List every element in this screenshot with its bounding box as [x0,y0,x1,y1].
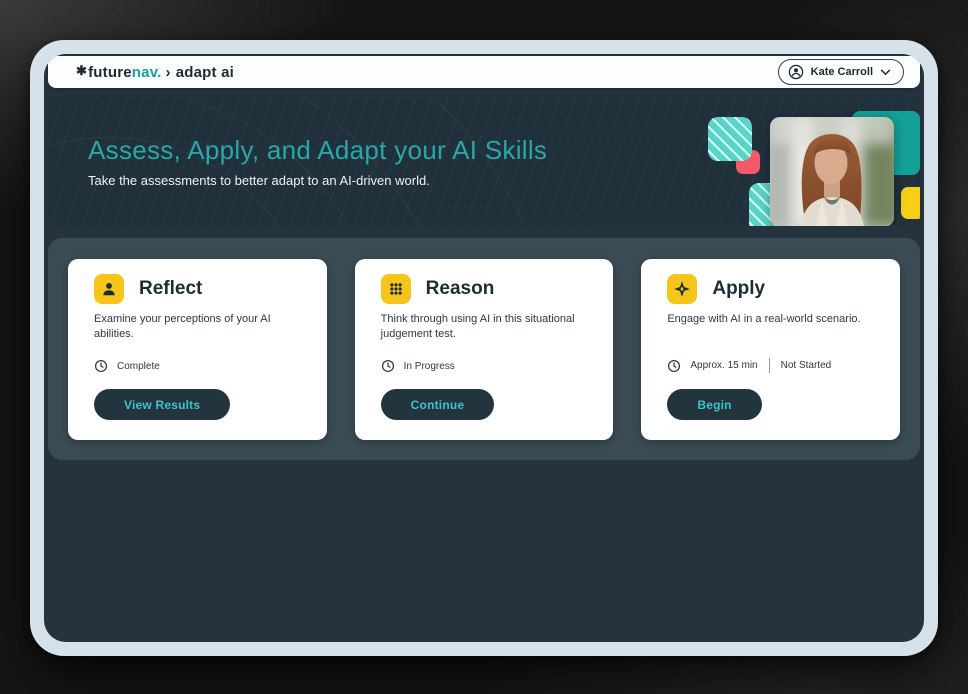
brand-name-accent: nav. [132,64,162,81]
card-title: Reason [426,278,495,300]
user-avatar-icon [788,64,804,80]
clock-icon [94,359,108,373]
begin-button[interactable]: Begin [667,389,761,420]
clock-icon [381,359,395,373]
duration-label: Approx. 15 min [690,360,757,371]
chevron-down-icon [880,69,891,76]
status-badge: Complete [117,361,160,372]
device-frame: ✱futurenav.› adapt ai Kate Carroll [30,40,938,656]
card-reflect: Reflect Examine your perceptions of your… [68,259,327,440]
hero-collage [580,97,920,226]
assessments-panel: Reflect Examine your perceptions of your… [48,238,920,460]
status-badge: Not Started [781,360,832,371]
card-title: Reflect [139,278,202,300]
app-name: adapt ai [176,64,234,81]
dots-grid-icon [381,274,411,304]
card-title: Apply [712,278,765,300]
sparkle-star-icon [667,274,697,304]
brand-name-primary: future [88,64,132,81]
card-reason: Reason Think through using AI in this si… [355,259,614,440]
asterisk-logo-icon: ✱ [76,63,87,79]
top-navbar: ✱futurenav.› adapt ai Kate Carroll [48,56,920,88]
card-description: Engage with AI in a real-world scenario. [667,312,874,327]
card-description: Think through using AI in this situation… [381,312,588,343]
user-name: Kate Carroll [811,66,873,78]
card-apply: Apply Engage with AI in a real-world sce… [641,259,900,440]
app-screen: ✱futurenav.› adapt ai Kate Carroll [44,54,924,642]
woman-portrait-photo [770,117,894,226]
striped-square-shape [708,117,752,161]
user-menu-dropdown[interactable]: Kate Carroll [778,59,904,85]
breadcrumb-separator: › [166,64,171,81]
status-divider [769,358,770,373]
hero-title: Assess, Apply, and Adapt your AI Skills [88,135,547,166]
card-description: Examine your perceptions of your AI abil… [94,312,301,343]
hero-subtitle: Take the assessments to better adapt to … [88,173,547,188]
hero-banner: Assess, Apply, and Adapt your AI Skills … [48,97,920,226]
person-icon [94,274,124,304]
yellow-square-shape [901,187,920,219]
clock-icon [667,359,681,373]
continue-button[interactable]: Continue [381,389,495,420]
status-badge: In Progress [404,361,455,372]
view-results-button[interactable]: View Results [94,389,230,420]
brand-logo[interactable]: ✱futurenav.› adapt ai [76,64,234,81]
